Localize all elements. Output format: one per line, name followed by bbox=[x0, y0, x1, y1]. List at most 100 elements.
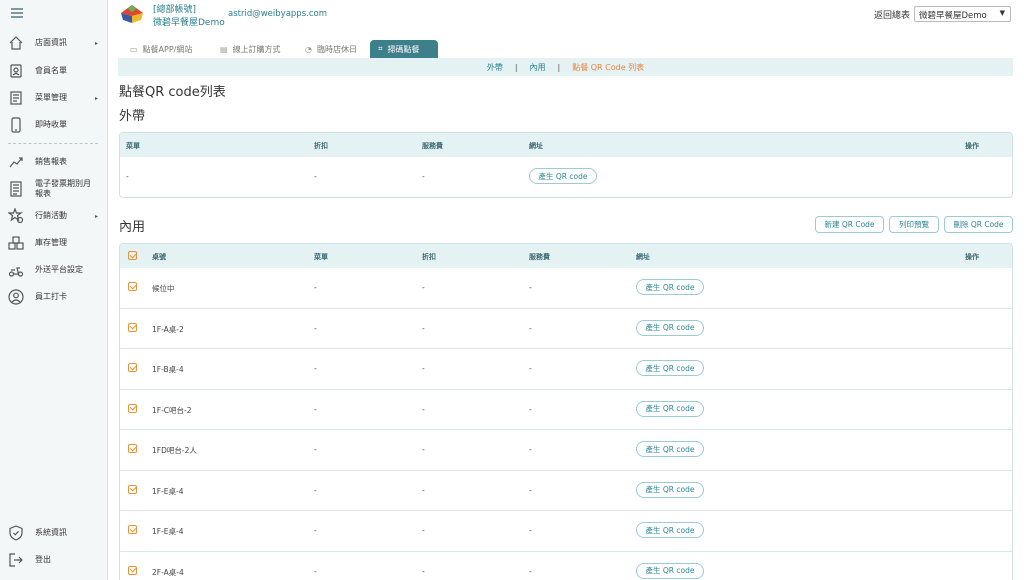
sidebar-item-delivery-platform[interactable]: 外送平台設定 bbox=[0, 261, 108, 279]
cell-fee: - bbox=[529, 404, 532, 414]
tab-label: 點餐APP/網站 bbox=[142, 44, 193, 54]
table-row: 2F-A桌-4 - - - 產生 QR code bbox=[120, 552, 1012, 580]
sidebar-item-label: 銷售報表 bbox=[35, 157, 67, 166]
dinein-rows: 候位中 - - - 產生 QR code 1F-A桌-2- - - 產生 QR code 1F-B… bbox=[120, 268, 1012, 580]
sidebar-item-menu-mgmt[interactable]: 菜單管理 ▸ bbox=[0, 89, 108, 107]
generate-qr-button[interactable]: 產生 QR code bbox=[636, 522, 704, 538]
sidebar-item-label: 店面資訊 bbox=[35, 38, 67, 47]
cell-fee: - bbox=[422, 172, 425, 181]
document-icon bbox=[8, 181, 24, 197]
sidebar-item-invoice-report[interactable]: 電子發票期別月報表 bbox=[0, 178, 108, 200]
sidebar-item-system-info[interactable]: 系統資訊 bbox=[0, 524, 108, 542]
table-row: 1F-E桌-4 - - - 產生 QR code bbox=[120, 511, 1012, 552]
subtab-qr-list[interactable]: 點餐 QR Code 列表 bbox=[572, 62, 644, 73]
cell-menu: - bbox=[314, 485, 317, 495]
account-type: [總部帳號] bbox=[153, 5, 197, 15]
tab-qr-ordering[interactable]: ⌗ 掃碼點餐 bbox=[370, 40, 438, 58]
sidebar-item-marketing[interactable]: 行銷活動 ▸ bbox=[0, 207, 108, 225]
table-row: 1F-B桌-4 - - - 產生 QR code bbox=[120, 349, 1012, 390]
clock-icon: ◔ bbox=[305, 44, 312, 54]
row-checkbox[interactable] bbox=[128, 363, 137, 372]
calendar-icon: ▤ bbox=[220, 44, 228, 54]
cell-fee: - bbox=[529, 566, 532, 576]
cell-table: 1F-B桌-4 bbox=[152, 365, 184, 374]
member-card-icon bbox=[8, 63, 24, 79]
table-row: 候位中 - - - 產生 QR code bbox=[120, 268, 1012, 309]
dinein-table: 桌號 菜單 折扣 服務費 網址 操作 候位中 - - - 產生 QR code 1F-A桌… bbox=[119, 243, 1013, 580]
cell-fee: - bbox=[529, 485, 532, 495]
row-checkbox[interactable] bbox=[128, 322, 137, 332]
cell-fee: - bbox=[529, 445, 532, 454]
sidebar-item-staff-clock[interactable]: 員工打卡 bbox=[0, 288, 108, 306]
cell-discount: - bbox=[422, 485, 425, 495]
cell-discount: - bbox=[422, 404, 425, 414]
sidebar-item-inventory[interactable]: 庫存管理 bbox=[0, 234, 108, 252]
cell-discount: - bbox=[422, 364, 425, 373]
subtab-separator: | bbox=[514, 62, 518, 72]
subtab-dinein[interactable]: 內用 bbox=[530, 62, 546, 73]
generate-qr-button[interactable]: 產生 QR code bbox=[529, 168, 597, 184]
tab-app-website[interactable]: ▭ 點餐APP/網站 bbox=[130, 40, 192, 58]
col-menu: 菜單 bbox=[126, 142, 140, 150]
cell-menu: - bbox=[314, 323, 317, 333]
cell-table: 1F-A桌-2 bbox=[152, 324, 184, 334]
col-url: 網址 bbox=[636, 253, 650, 261]
select-all-checkbox[interactable] bbox=[128, 251, 137, 260]
tab-label: 臨時店休日 bbox=[316, 44, 357, 54]
generate-qr-button[interactable]: 產生 QR code bbox=[636, 562, 704, 579]
table-row: 1F-E桌-4 - - - 產生 QR code bbox=[120, 471, 1012, 511]
scooter-icon bbox=[8, 262, 24, 278]
generate-qr-button[interactable]: 產生 QR code bbox=[636, 400, 704, 417]
row-checkbox[interactable] bbox=[128, 282, 137, 291]
cell-discount: - bbox=[422, 445, 425, 454]
sidebar-item-live-orders[interactable]: 即時收單 bbox=[0, 116, 108, 134]
account-email: astrid@weibyapps.com bbox=[228, 9, 327, 19]
tab-online-order[interactable]: ▤ 線上訂購方式 bbox=[220, 40, 281, 58]
cell-fee: - bbox=[529, 323, 532, 333]
sidebar-item-label: 即時收單 bbox=[35, 120, 67, 129]
generate-qr-button[interactable]: 產生 QR code bbox=[636, 481, 704, 498]
tab-label: 線上訂購方式 bbox=[232, 44, 281, 54]
row-checkbox[interactable] bbox=[128, 444, 137, 453]
back-to-overview-link[interactable]: 返回總表 bbox=[874, 8, 910, 21]
cell-menu: - bbox=[314, 526, 317, 535]
monitor-icon: ▭ bbox=[130, 44, 138, 54]
top-header: [總部帳號] 微碧早餐屋Demo astrid@weibyapps.com 返回… bbox=[108, 0, 1024, 32]
cell-table: 2F-A桌-4 bbox=[152, 567, 184, 577]
sidebar-item-label: 外送平台設定 bbox=[35, 265, 83, 274]
cell-table: 1F-C吧台-2 bbox=[152, 405, 192, 415]
col-action: 操作 bbox=[965, 142, 979, 150]
tab-temp-closure[interactable]: ◔ 臨時店休日 bbox=[305, 40, 357, 58]
sidebar-item-store-info[interactable]: 店面資訊 ▸ bbox=[0, 34, 108, 52]
menu-book-icon bbox=[8, 90, 24, 106]
subtab-separator: | bbox=[557, 62, 561, 72]
row-checkbox[interactable] bbox=[128, 525, 137, 534]
store-select[interactable]: 微碧早餐屋Demo ▼ bbox=[914, 6, 1011, 22]
row-checkbox[interactable] bbox=[128, 403, 137, 413]
col-discount: 折扣 bbox=[314, 142, 328, 150]
sidebar-item-members[interactable]: 會員名單 bbox=[0, 62, 108, 80]
sidebar-item-sales-report[interactable]: 銷售報表 bbox=[0, 153, 108, 171]
print-preview-button[interactable]: 列印預覽 bbox=[889, 216, 939, 233]
new-qr-button[interactable]: 新建 QR Code bbox=[815, 216, 884, 233]
cell-fee: - bbox=[529, 283, 532, 292]
cell-menu: - bbox=[314, 364, 317, 373]
subtab-takeout[interactable]: 外帶 bbox=[487, 62, 503, 73]
delete-qr-button[interactable]: 刪除 QR Code bbox=[944, 216, 1013, 233]
sidebar-item-label: 行銷活動 bbox=[35, 211, 67, 220]
row-checkbox[interactable] bbox=[128, 565, 137, 575]
generate-qr-button[interactable]: 產生 QR code bbox=[636, 441, 704, 457]
house-icon bbox=[8, 35, 24, 51]
hamburger-menu-icon[interactable] bbox=[11, 8, 23, 18]
chevron-right-icon: ▸ bbox=[94, 94, 98, 102]
generate-qr-button[interactable]: 產生 QR code bbox=[636, 279, 704, 295]
row-checkbox[interactable] bbox=[128, 484, 137, 494]
sidebar-item-logout[interactable]: 登出 bbox=[0, 551, 108, 569]
generate-qr-button[interactable]: 產生 QR code bbox=[636, 360, 704, 376]
brand-logo-icon bbox=[121, 5, 143, 23]
chevron-right-icon: ▸ bbox=[94, 39, 98, 47]
boxes-icon bbox=[8, 235, 24, 251]
store-select-value: 微碧早餐屋Demo bbox=[919, 11, 987, 21]
generate-qr-button[interactable]: 產生 QR code bbox=[636, 319, 704, 336]
qr-scan-icon: ⌗ bbox=[378, 44, 383, 53]
